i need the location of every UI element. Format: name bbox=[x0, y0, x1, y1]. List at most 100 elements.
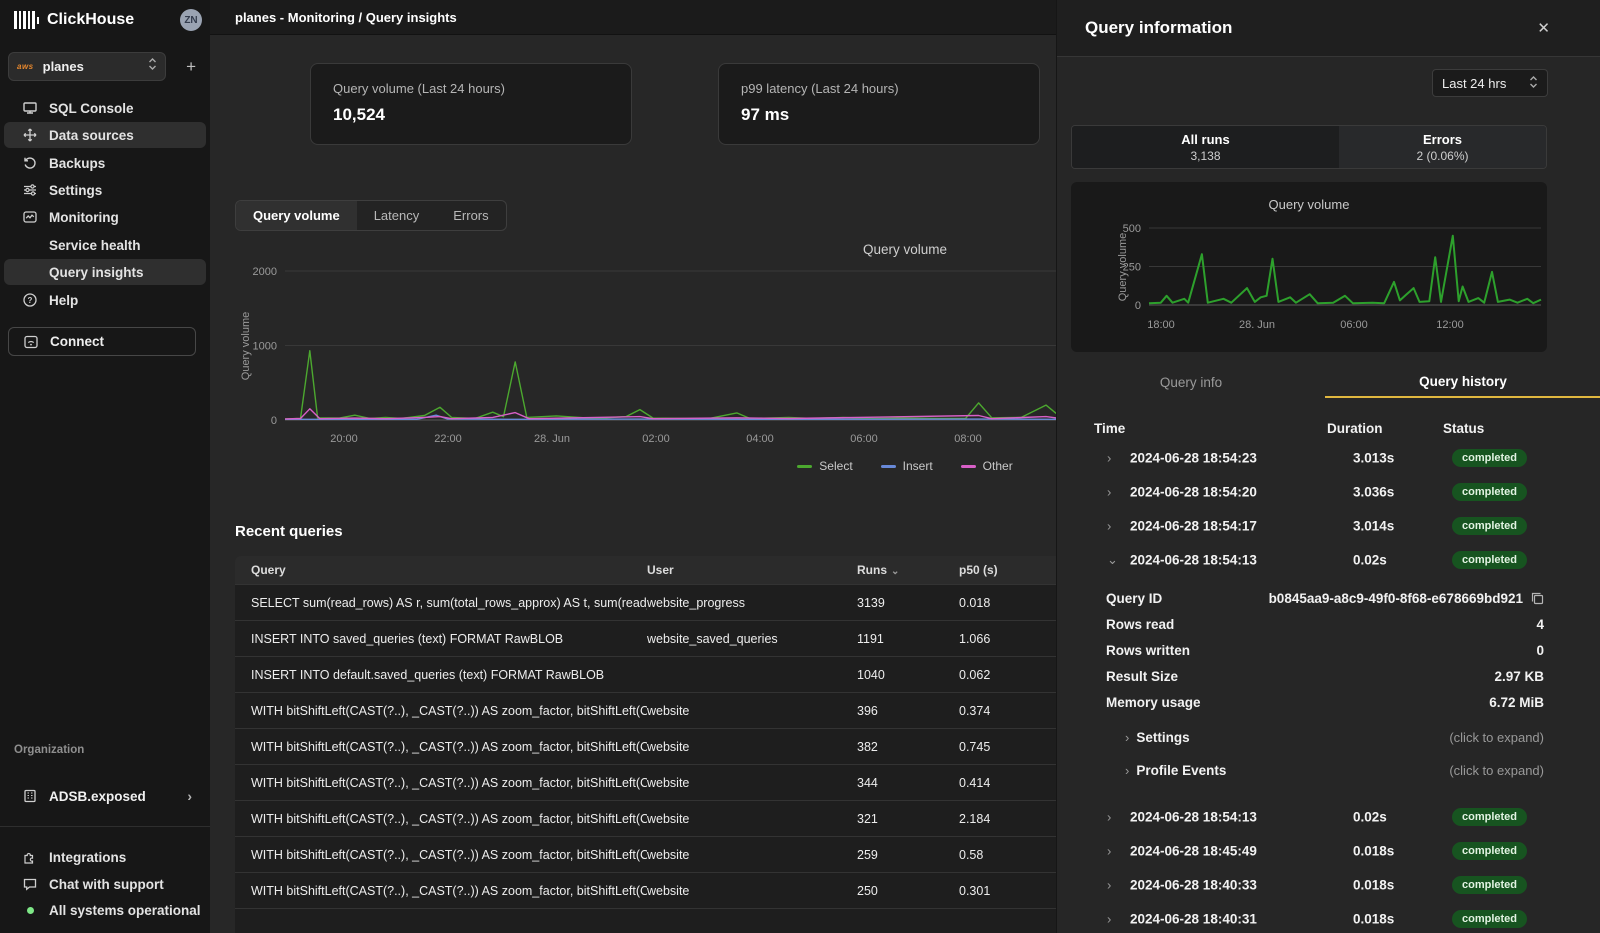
run-duration: 3.014s bbox=[1353, 519, 1394, 534]
column-header-query[interactable]: Query bbox=[235, 563, 647, 577]
close-icon[interactable]: ✕ bbox=[1537, 19, 1550, 37]
run-duration: 0.018s bbox=[1353, 878, 1394, 893]
run-duration: 0.018s bbox=[1353, 912, 1394, 927]
add-service-button[interactable]: + bbox=[186, 57, 196, 77]
time-range-select[interactable]: Last 24 hrs bbox=[1432, 69, 1548, 97]
chevron-right-icon[interactable]: › bbox=[1107, 844, 1111, 859]
chevron-right-icon: › bbox=[1125, 730, 1129, 745]
legend-swatch bbox=[797, 465, 812, 468]
history-row[interactable]: › 2024-06-28 18:54:23 3.013s completed bbox=[1057, 441, 1600, 475]
chevron-right-icon: › bbox=[187, 788, 192, 804]
detail-value: 4 bbox=[1174, 617, 1544, 632]
chevron-up-down-icon bbox=[148, 57, 157, 76]
svg-text:20:00: 20:00 bbox=[330, 433, 358, 445]
sidebar-item-settings[interactable]: Settings bbox=[4, 177, 206, 203]
history-row-expanded[interactable]: ⌄ 2024-06-28 18:54:13 0.02s completed bbox=[1057, 543, 1600, 577]
chevron-right-icon[interactable]: › bbox=[1107, 810, 1111, 825]
column-header-runs[interactable]: Runs⌄ bbox=[857, 563, 959, 577]
sidebar-item-chat-support[interactable]: Chat with support bbox=[4, 871, 206, 897]
column-header-time: Time bbox=[1094, 421, 1125, 436]
chevron-right-icon[interactable]: › bbox=[1107, 878, 1111, 893]
connect-button[interactable]: Connect bbox=[8, 327, 196, 356]
svg-text:0: 0 bbox=[1135, 300, 1141, 312]
column-header-status: Status bbox=[1443, 421, 1484, 436]
legend-item-other[interactable]: Other bbox=[961, 459, 1013, 473]
legend-item-insert[interactable]: Insert bbox=[881, 459, 933, 473]
organization-item[interactable]: ADSB.exposed › bbox=[4, 783, 206, 809]
profile-events-label: Profile Events bbox=[1136, 763, 1226, 778]
sidebar-item-help[interactable]: ? Help bbox=[4, 287, 206, 313]
legend-item-select[interactable]: Select bbox=[797, 459, 852, 473]
chart-title: Query volume bbox=[1071, 197, 1547, 212]
segment-errors[interactable]: Errors 2 (0.06%) bbox=[1339, 126, 1546, 168]
svg-text:0: 0 bbox=[271, 415, 277, 427]
tab-query-info[interactable]: Query info bbox=[1057, 367, 1325, 398]
sidebar-item-integrations[interactable]: Integrations bbox=[4, 844, 206, 870]
column-header-user[interactable]: User bbox=[647, 563, 857, 577]
segment-all-runs[interactable]: All runs 3,138 bbox=[1072, 126, 1339, 168]
detail-row-rows-read: Rows read 4 bbox=[1057, 611, 1600, 637]
chevron-down-icon[interactable]: ⌄ bbox=[1107, 552, 1118, 568]
sidebar-item-label: Integrations bbox=[49, 850, 126, 865]
tab-latency[interactable]: Latency bbox=[357, 201, 437, 230]
history-row[interactable]: › 2024-06-28 18:54:20 3.036s completed bbox=[1057, 475, 1600, 509]
stat-card-query-volume: Query volume (Last 24 hours) 10,524 bbox=[310, 63, 632, 145]
copy-icon[interactable] bbox=[1531, 592, 1544, 605]
settings-expand-row[interactable]: › Settings (click to expand) bbox=[1057, 722, 1600, 752]
svg-text:28. Jun: 28. Jun bbox=[534, 433, 570, 445]
history-row[interactable]: › 2024-06-28 18:54:17 3.014s completed bbox=[1057, 509, 1600, 543]
settings-label: Settings bbox=[1136, 730, 1189, 745]
tab-query-history[interactable]: Query history bbox=[1325, 367, 1600, 398]
run-duration: 0.02s bbox=[1353, 810, 1387, 825]
sidebar-item-service-health[interactable]: Service health bbox=[4, 232, 206, 258]
sidebar-item-backups[interactable]: Backups bbox=[4, 150, 206, 176]
chevron-right-icon[interactable]: › bbox=[1107, 519, 1111, 534]
detail-label: Query ID bbox=[1106, 591, 1162, 606]
sidebar-item-system-status[interactable]: All systems operational bbox=[4, 897, 206, 923]
sidebar-item-data-sources[interactable]: Data sources bbox=[4, 122, 206, 148]
history-row[interactable]: › 2024-06-28 18:45:49 0.018s completed bbox=[1057, 834, 1600, 868]
time-range-value: Last 24 hrs bbox=[1442, 76, 1506, 91]
stat-label: p99 latency (Last 24 hours) bbox=[741, 81, 1017, 96]
legend-label: Insert bbox=[903, 459, 933, 473]
sidebar-item-query-insights[interactable]: Query insights bbox=[4, 259, 206, 285]
sidebar-item-monitoring[interactable]: Monitoring bbox=[4, 204, 206, 230]
svg-text:1000: 1000 bbox=[253, 341, 277, 353]
profile-events-expand-row[interactable]: › Profile Events (click to expand) bbox=[1057, 755, 1600, 785]
stat-label: Query volume (Last 24 hours) bbox=[333, 81, 609, 96]
run-time: 2024-06-28 18:54:13 bbox=[1130, 810, 1257, 825]
service-selector[interactable]: aws planes bbox=[8, 52, 166, 81]
user-avatar[interactable]: ZN bbox=[180, 9, 202, 31]
puzzle-icon bbox=[22, 849, 38, 865]
run-duration: 0.02s bbox=[1353, 553, 1387, 568]
chevron-right-icon[interactable]: › bbox=[1107, 451, 1111, 466]
tab-errors[interactable]: Errors bbox=[436, 201, 505, 230]
breadcrumb: planes - Monitoring / Query insights bbox=[235, 10, 457, 25]
history-row[interactable]: › 2024-06-28 18:40:31 0.018s completed bbox=[1057, 902, 1600, 933]
query-id-value: b0845aa9-a8c9-49f0-8f68-e678669bd921 bbox=[1162, 591, 1523, 606]
status-badge: completed bbox=[1452, 551, 1527, 569]
history-row[interactable]: › 2024-06-28 18:54:13 0.02s completed bbox=[1057, 800, 1600, 834]
legend-label: Select bbox=[819, 459, 852, 473]
tab-query-volume[interactable]: Query volume bbox=[236, 201, 357, 230]
chevron-right-icon[interactable]: › bbox=[1107, 912, 1111, 927]
column-header-duration: Duration bbox=[1327, 421, 1383, 436]
aws-icon: aws bbox=[17, 62, 34, 71]
organization-building-icon bbox=[22, 788, 38, 804]
detail-row-result-size: Result Size 2.97 KB bbox=[1057, 663, 1600, 689]
stat-value: 10,524 bbox=[333, 105, 609, 125]
mini-query-volume-chart: 025050018:0028. Jun06:0012:00Query volum… bbox=[1071, 182, 1547, 352]
sidebar-item-sql-console[interactable]: SQL Console bbox=[4, 95, 206, 121]
svg-text:06:00: 06:00 bbox=[850, 433, 878, 445]
run-duration: 3.013s bbox=[1353, 451, 1394, 466]
detail-row-memory-usage: Memory usage 6.72 MiB bbox=[1057, 689, 1600, 715]
connect-label: Connect bbox=[50, 334, 104, 349]
sidebar: ClickHouse ZN aws planes + SQL Console D… bbox=[0, 0, 210, 933]
chevron-right-icon[interactable]: › bbox=[1107, 485, 1111, 500]
history-row[interactable]: › 2024-06-28 18:40:33 0.018s completed bbox=[1057, 868, 1600, 902]
sidebar-item-label: Service health bbox=[49, 238, 141, 253]
sidebar-item-label: Chat with support bbox=[49, 877, 164, 892]
svg-text:?: ? bbox=[28, 296, 33, 305]
legend-swatch bbox=[961, 465, 976, 468]
expand-hint: (click to expand) bbox=[1190, 730, 1544, 745]
